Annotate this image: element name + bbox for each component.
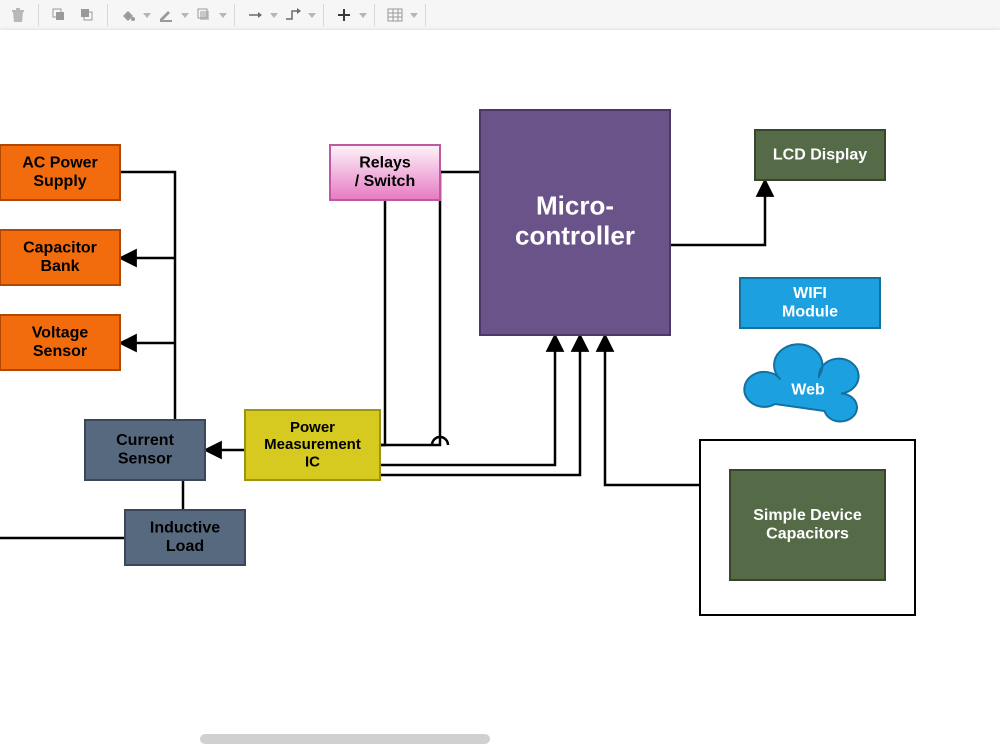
block-label: Load [166, 538, 204, 555]
edge-relays-down[interactable] [380, 200, 385, 445]
block-micro[interactable]: Micro-controller [480, 110, 670, 335]
block-label: LCD Display [773, 146, 867, 163]
block-label: Web [791, 381, 825, 398]
block-label: Relays [359, 155, 411, 172]
connection-straight-button[interactable] [241, 1, 279, 29]
block-label: Current [116, 432, 174, 449]
block-label: IC [305, 453, 320, 470]
toolbar-separator [234, 4, 235, 26]
block-label: Sensor [118, 451, 172, 468]
block-inductive[interactable]: InductiveLoad [125, 510, 245, 565]
block-power_ic[interactable]: PowerMeasurementIC [245, 410, 380, 480]
chevron-down-icon [269, 1, 279, 29]
to-front-icon[interactable] [45, 1, 73, 29]
block-label: controller [515, 221, 635, 251]
fill-color-button[interactable] [114, 1, 152, 29]
to-back-icon[interactable] [73, 1, 101, 29]
block-ac_power[interactable]: AC PowerSupply [0, 145, 120, 200]
chevron-down-icon [218, 1, 228, 29]
arrow-right-icon [241, 1, 269, 29]
delete-icon[interactable] [4, 1, 32, 29]
block-label: Power [290, 419, 335, 436]
toolbar-separator [38, 4, 39, 26]
add-shape-button[interactable] [330, 1, 368, 29]
block-relays[interactable]: Relays/ Switch [330, 145, 440, 200]
block-capacitor[interactable]: CapacitorBank [0, 230, 120, 285]
block-label: Bank [40, 258, 79, 275]
block-label: WIFI [793, 285, 827, 302]
block-web[interactable]: Web [744, 344, 858, 421]
shadow-button[interactable] [190, 1, 228, 29]
diagram-canvas[interactable]: AC PowerSupplyCapacitorBankVoltageSensor… [0, 30, 1000, 750]
line-color-button[interactable] [152, 1, 190, 29]
block-label: Supply [33, 173, 86, 190]
block-label: Micro- [536, 191, 614, 221]
edge-ac-to-bus[interactable] [120, 172, 175, 258]
block-current[interactable]: Current Sensor [85, 420, 205, 480]
toolbar-separator [107, 4, 108, 26]
block-voltage[interactable]: VoltageSensor [0, 315, 120, 370]
edge-micro-to-lcd[interactable] [670, 180, 765, 245]
chevron-down-icon [142, 1, 152, 29]
connection-waypoint-button[interactable] [279, 1, 317, 29]
block-label: Simple Device [753, 507, 862, 524]
toolbar-separator [374, 4, 375, 26]
chevron-down-icon [409, 1, 419, 29]
block-label: AC Power [22, 155, 98, 172]
waypoint-icon [279, 1, 307, 29]
edge-pmic-to-micro1[interactable] [380, 170, 440, 445]
block-label: Measurement [264, 436, 361, 453]
edge-pmic-to-micro2b[interactable] [380, 335, 580, 475]
toolbar-separator [425, 4, 426, 26]
chevron-down-icon [307, 1, 317, 29]
plus-icon [330, 1, 358, 29]
table-icon [381, 1, 409, 29]
toolbar [0, 0, 1000, 31]
block-label: Capacitors [766, 526, 849, 543]
fill-bucket-icon [114, 1, 142, 29]
table-button[interactable] [381, 1, 419, 29]
block-lcd[interactable]: LCD Display [755, 130, 885, 180]
chevron-down-icon [180, 1, 190, 29]
block-label: Sensor [33, 343, 87, 360]
horizontal-scrollbar[interactable] [200, 734, 490, 744]
edge-caps-to-micro[interactable] [605, 335, 700, 485]
block-caps[interactable]: Simple Device Capacitors [730, 470, 885, 580]
shadow-icon [190, 1, 218, 29]
pencil-icon [152, 1, 180, 29]
chevron-down-icon [358, 1, 368, 29]
toolbar-separator [323, 4, 324, 26]
block-label: Capacitor [23, 240, 97, 257]
block-label: Voltage [32, 325, 89, 342]
block-wifi[interactable]: WIFI Module [740, 278, 880, 328]
block-label: / Switch [355, 173, 415, 190]
block-label: Inductive [150, 520, 220, 537]
block-label: Module [782, 304, 838, 321]
